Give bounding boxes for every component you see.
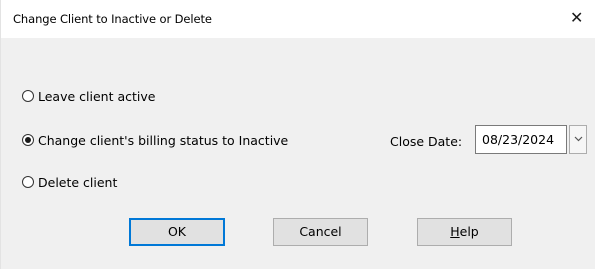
radio-inactive[interactable]: [22, 134, 34, 146]
help-label-rest: elp: [459, 224, 479, 239]
chevron-down-icon: [574, 136, 582, 142]
radio-leave-active[interactable]: [22, 90, 34, 102]
option-leave-active[interactable]: Leave client active: [22, 87, 155, 105]
option-inactive[interactable]: Change client's billing status to Inacti…: [22, 131, 288, 149]
help-button[interactable]: Help: [417, 218, 512, 246]
dialog-window: Change Client to Inactive or Delete ✕ Le…: [0, 0, 595, 269]
help-mnemonic: H: [450, 224, 460, 239]
option-leave-active-label: Leave client active: [38, 88, 156, 104]
ok-button[interactable]: OK: [129, 218, 225, 246]
title-bar: Change Client to Inactive or Delete ✕: [1, 0, 595, 38]
close-date-dropdown-button[interactable]: [569, 125, 587, 154]
close-date-input[interactable]: 08/23/2024: [475, 125, 567, 154]
option-delete[interactable]: Delete client: [22, 173, 117, 191]
option-inactive-label: Change client's billing status to Inacti…: [38, 132, 289, 148]
option-delete-label: Delete client: [38, 174, 118, 190]
radio-delete[interactable]: [22, 176, 34, 188]
dialog-body: Leave client active Change client's bill…: [1, 38, 595, 269]
close-button[interactable]: ✕: [570, 5, 595, 31]
close-date-label: Close Date:: [390, 134, 463, 149]
cancel-button[interactable]: Cancel: [273, 218, 368, 246]
close-icon: ✕: [570, 8, 584, 27]
dialog-title: Change Client to Inactive or Delete: [13, 12, 212, 26]
